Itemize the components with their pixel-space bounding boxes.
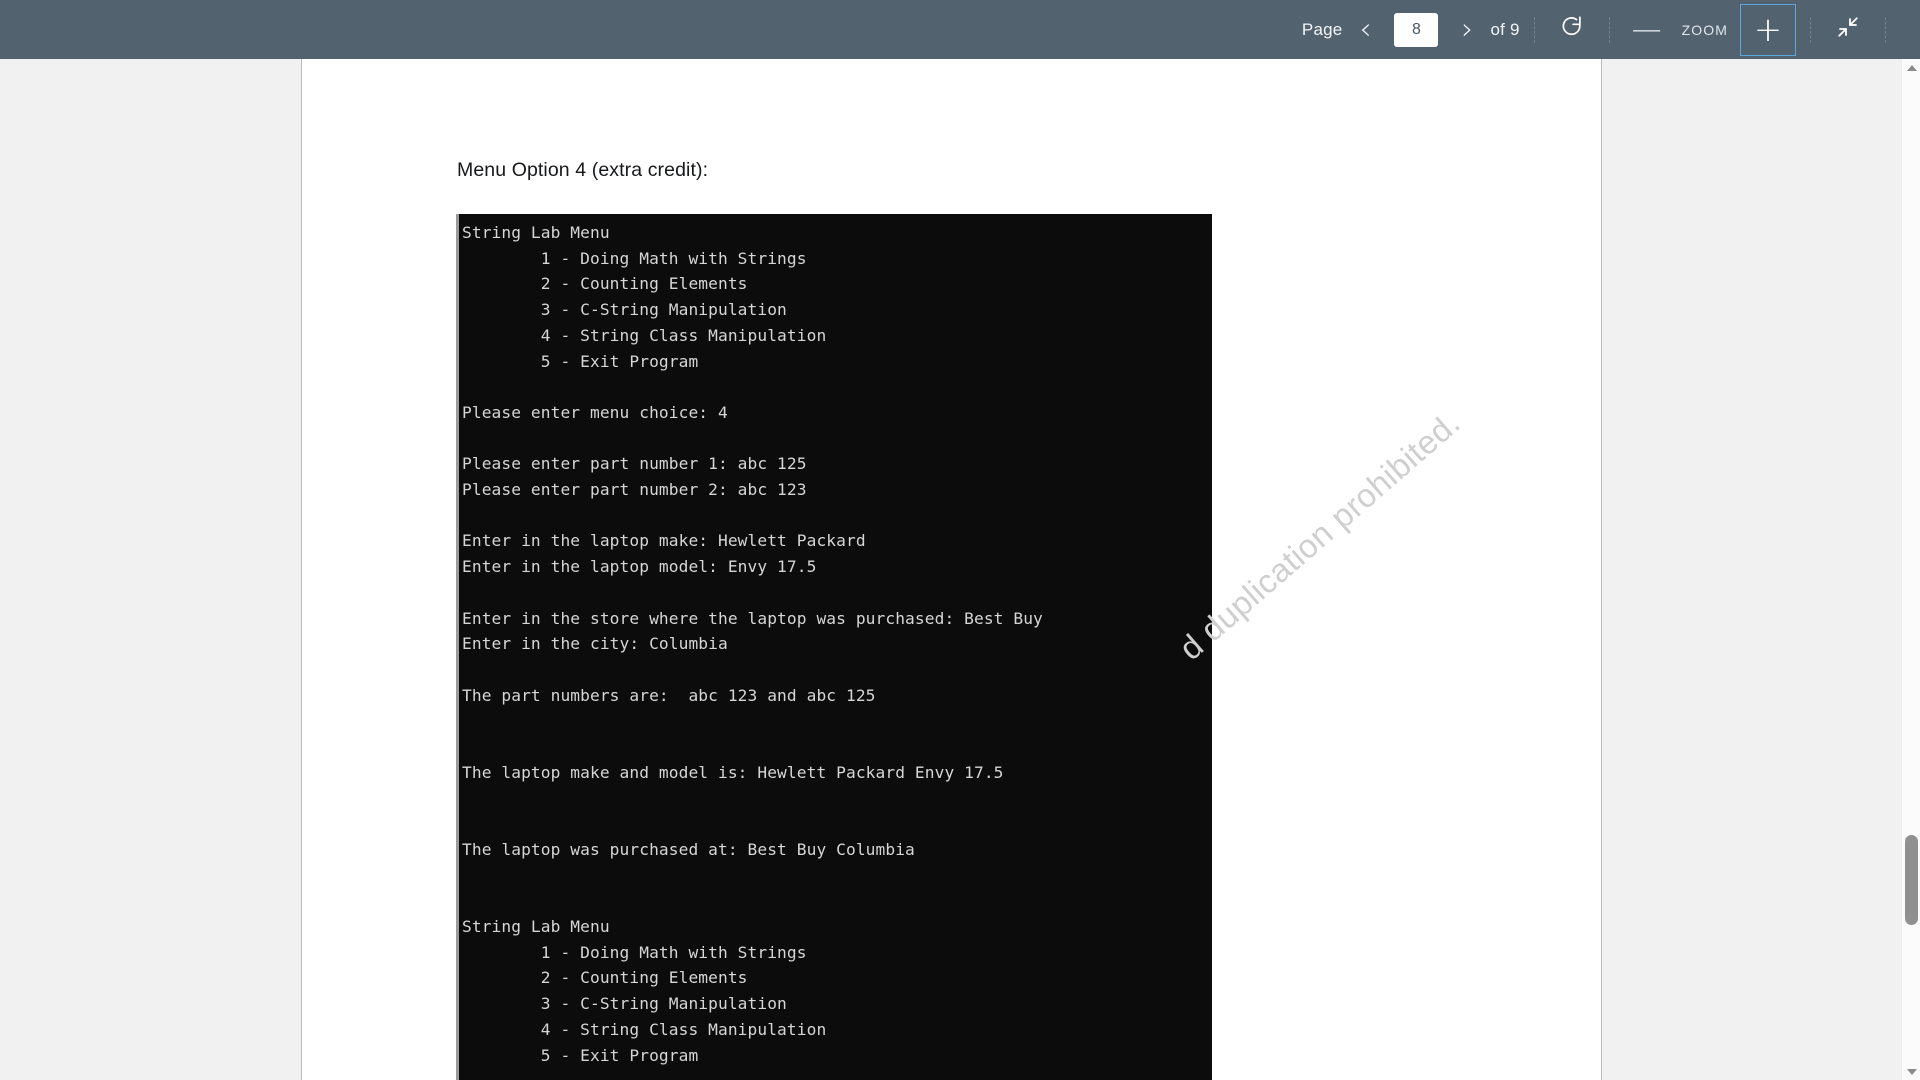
watermark: d duplication prohibited. bbox=[1182, 389, 1601, 809]
previous-page-button[interactable]: ‹ bbox=[1342, 0, 1388, 59]
terminal-text: String Lab Menu 1 - Doing Math with Stri… bbox=[462, 223, 1043, 1065]
zoom-in-button[interactable]: + bbox=[1740, 3, 1796, 56]
page-number-input[interactable] bbox=[1394, 12, 1439, 47]
page-label: Page bbox=[1301, 19, 1343, 39]
collapse-arrows-icon bbox=[1835, 14, 1861, 45]
chevron-right-icon: › bbox=[1461, 11, 1474, 47]
document-page: Menu Option 4 (extra credit): String Lab… bbox=[301, 59, 1602, 1080]
scrollbar-thumb[interactable] bbox=[1905, 835, 1918, 925]
document-viewer[interactable]: Menu Option 4 (extra credit): String Lab… bbox=[0, 59, 1901, 1080]
chevron-left-icon: ‹ bbox=[1359, 11, 1372, 47]
pdf-viewer-toolbar: Page ‹ › of 9 — ZOOM + bbox=[0, 0, 1920, 59]
plus-icon: + bbox=[1753, 9, 1783, 50]
watermark-text: d duplication prohibited. bbox=[1182, 403, 1467, 667]
zoom-out-button[interactable]: — bbox=[1624, 0, 1670, 59]
zoom-label: ZOOM bbox=[1681, 21, 1728, 38]
scroll-down-button[interactable] bbox=[1902, 1063, 1920, 1080]
page-navigation-group: Page ‹ › of 9 bbox=[1302, 0, 1520, 59]
triangle-down-icon bbox=[1906, 1068, 1917, 1075]
minus-icon: — bbox=[1631, 11, 1662, 47]
rotate-icon bbox=[1559, 14, 1585, 45]
toolbar-divider bbox=[1885, 16, 1886, 43]
toolbar-divider bbox=[1810, 16, 1811, 43]
vertical-scrollbar[interactable] bbox=[1901, 59, 1920, 1080]
toolbar-divider bbox=[1533, 16, 1535, 43]
next-page-button[interactable]: › bbox=[1444, 0, 1490, 59]
triangle-up-icon bbox=[1906, 64, 1917, 71]
total-pages-label: of 9 bbox=[1490, 19, 1520, 39]
terminal-output-block: String Lab Menu 1 - Doing Math with Stri… bbox=[456, 214, 1212, 1080]
page-heading: Menu Option 4 (extra credit): bbox=[457, 159, 709, 181]
scroll-up-button[interactable] bbox=[1902, 59, 1920, 76]
rotate-button[interactable] bbox=[1549, 0, 1595, 59]
zoom-group: — ZOOM + bbox=[1624, 0, 1796, 59]
toolbar-divider bbox=[1608, 16, 1610, 43]
fit-page-button[interactable] bbox=[1825, 0, 1871, 59]
